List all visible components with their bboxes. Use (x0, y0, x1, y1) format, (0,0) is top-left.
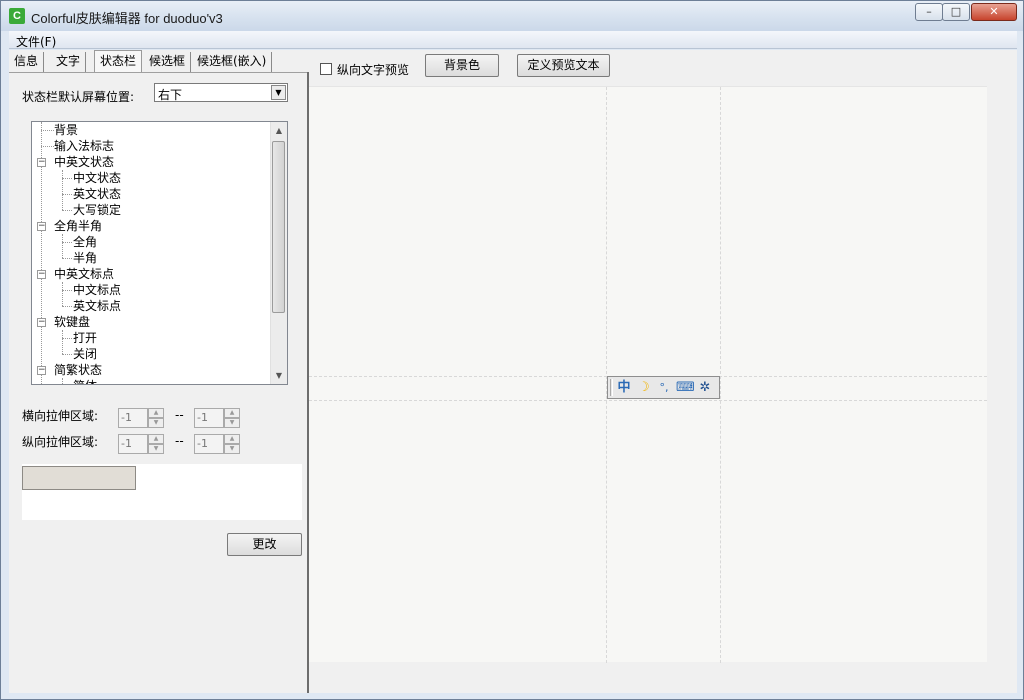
tab-border (9, 72, 307, 73)
v-stretch-to-stepper[interactable]: -1 ▲ ▼ (194, 434, 240, 454)
spin-down-icon[interactable]: ▼ (148, 418, 164, 428)
scroll-down-icon[interactable]: ▼ (271, 367, 287, 384)
chinese-mode-icon[interactable]: 中 (616, 380, 632, 396)
tree-item-en-punct[interactable]: 英文标点 (73, 298, 121, 314)
tree-item-close[interactable]: 关闭 (73, 346, 97, 362)
menu-file[interactable]: 文件(F) (16, 33, 56, 50)
range-separator: -- (175, 434, 184, 448)
tree-item-caps-lock[interactable]: 大写锁定 (73, 202, 121, 218)
ime-statusbar-preview[interactable]: 中 ☽ °, ⌨ ✲ (607, 376, 720, 399)
preview-canvas[interactable]: 中 ☽ °, ⌨ ✲ (309, 86, 987, 663)
range-separator: -- (175, 408, 184, 422)
tree-item-half-width[interactable]: 半角 (73, 250, 97, 266)
tree-item-full-half[interactable]: 全角半角 (54, 218, 102, 234)
tab-candidate-embedded[interactable]: 候选框(嵌入) (192, 52, 273, 72)
client-area: 信息 文字 状态栏 候选框 候选框(嵌入) 状态栏默认屏幕位置: 右下 ▼ 背景… (9, 50, 1017, 693)
image-select-button[interactable] (22, 466, 136, 490)
bg-color-button[interactable]: 背景色 (425, 54, 499, 77)
v-stretch-label: 纵向拉伸区域: (22, 435, 99, 449)
h-stretch-label: 横向拉伸区域: (22, 409, 99, 423)
tab-statusbar[interactable]: 状态栏 (94, 50, 143, 72)
tree-scrollbar[interactable]: ▲ ▼ (270, 122, 287, 384)
window-title: Colorful皮肤编辑器 for duoduo'v3 (31, 11, 223, 26)
guide-line-horizontal (309, 400, 987, 401)
tree-item-open[interactable]: 打开 (73, 330, 97, 346)
tab-strip: 信息 文字 状态栏 候选框 候选框(嵌入) (9, 50, 307, 72)
punctuation-icon[interactable]: °, (656, 380, 672, 396)
spin-up-icon[interactable]: ▲ (148, 408, 164, 418)
tree-item-cn-en-status[interactable]: 中英文状态 (54, 154, 114, 170)
title-bar[interactable]: C Colorful皮肤编辑器 for duoduo'v3 – □ ✕ (1, 1, 1023, 31)
tree-item-ime-logo[interactable]: 输入法标志 (54, 138, 114, 154)
collapse-icon[interactable]: − (37, 366, 46, 375)
position-label: 状态栏默认屏幕位置: (22, 90, 135, 104)
tab-candidate[interactable]: 候选框 (144, 52, 192, 72)
spin-up-icon[interactable]: ▲ (224, 408, 240, 418)
tree-item-full-width[interactable]: 全角 (73, 234, 97, 250)
tab-info[interactable]: 信息 (9, 52, 45, 72)
keyboard-icon[interactable]: ⌨ (676, 380, 695, 396)
spin-up-icon[interactable]: ▲ (224, 434, 240, 444)
collapse-icon[interactable]: − (37, 158, 46, 167)
spin-down-icon[interactable]: ▼ (224, 444, 240, 454)
h-stretch-from-stepper[interactable]: -1 ▲ ▼ (118, 408, 164, 428)
chevron-down-icon[interactable]: ▼ (271, 85, 286, 100)
vertical-preview-label: 纵向文字预览 (337, 63, 410, 77)
collapse-icon[interactable]: − (37, 318, 46, 327)
spin-down-icon[interactable]: ▼ (148, 444, 164, 454)
tree-item-soft-keyboard[interactable]: 软键盘 (54, 314, 90, 330)
spin-down-icon[interactable]: ▼ (224, 418, 240, 428)
maximize-button[interactable]: □ (942, 3, 970, 21)
collapse-icon[interactable]: − (37, 222, 46, 231)
collapse-icon[interactable]: − (37, 270, 46, 279)
position-value: 右下 (158, 88, 183, 102)
tab-text[interactable]: 文字 (51, 52, 87, 72)
h-stretch-to-stepper[interactable]: -1 ▲ ▼ (194, 408, 240, 428)
tree-item-background[interactable]: 背景 (54, 122, 78, 138)
tree-item-cn-status[interactable]: 中文状态 (73, 170, 121, 186)
element-tree[interactable]: 背景 输入法标志 − 中英文状态 中文状态 英文状态 大写锁定 − 全角半角 全… (31, 121, 288, 385)
v-stretch-to-input[interactable]: -1 (194, 434, 224, 454)
minimize-button[interactable]: – (915, 3, 943, 21)
v-stretch-from-stepper[interactable]: -1 ▲ ▼ (118, 434, 164, 454)
tree-item-en-status[interactable]: 英文状态 (73, 186, 121, 202)
h-stretch-to-input[interactable]: -1 (194, 408, 224, 428)
scroll-thumb[interactable] (272, 141, 285, 313)
tree-item-simplified[interactable]: 简体 (73, 378, 97, 384)
h-stretch-from-input[interactable]: -1 (118, 408, 148, 428)
position-dropdown[interactable]: 右下 ▼ (154, 83, 288, 102)
half-width-moon-icon[interactable]: ☽ (636, 380, 652, 396)
tree-item-simp-trad[interactable]: 简繁状态 (54, 362, 102, 378)
tree-item-cn-punct[interactable]: 中文标点 (73, 282, 121, 298)
menu-bar: 文件(F) (9, 31, 1017, 49)
vertical-preview-checkbox[interactable] (320, 63, 332, 75)
app-icon: C (9, 8, 25, 24)
change-button[interactable]: 更改 (227, 533, 302, 556)
spin-up-icon[interactable]: ▲ (148, 434, 164, 444)
guide-line-vertical (720, 87, 721, 663)
guide-line-vertical (606, 87, 607, 663)
drag-grip-icon[interactable] (610, 379, 613, 396)
v-stretch-from-input[interactable]: -1 (118, 434, 148, 454)
app-window: C Colorful皮肤编辑器 for duoduo'v3 – □ ✕ 文件(F… (0, 0, 1024, 700)
define-preview-text-button[interactable]: 定义预览文本 (517, 54, 610, 77)
scroll-up-icon[interactable]: ▲ (271, 122, 287, 139)
tree-item-punctuation[interactable]: 中英文标点 (54, 266, 114, 282)
close-button[interactable]: ✕ (971, 3, 1017, 21)
settings-gear-icon[interactable]: ✲ (697, 380, 713, 396)
